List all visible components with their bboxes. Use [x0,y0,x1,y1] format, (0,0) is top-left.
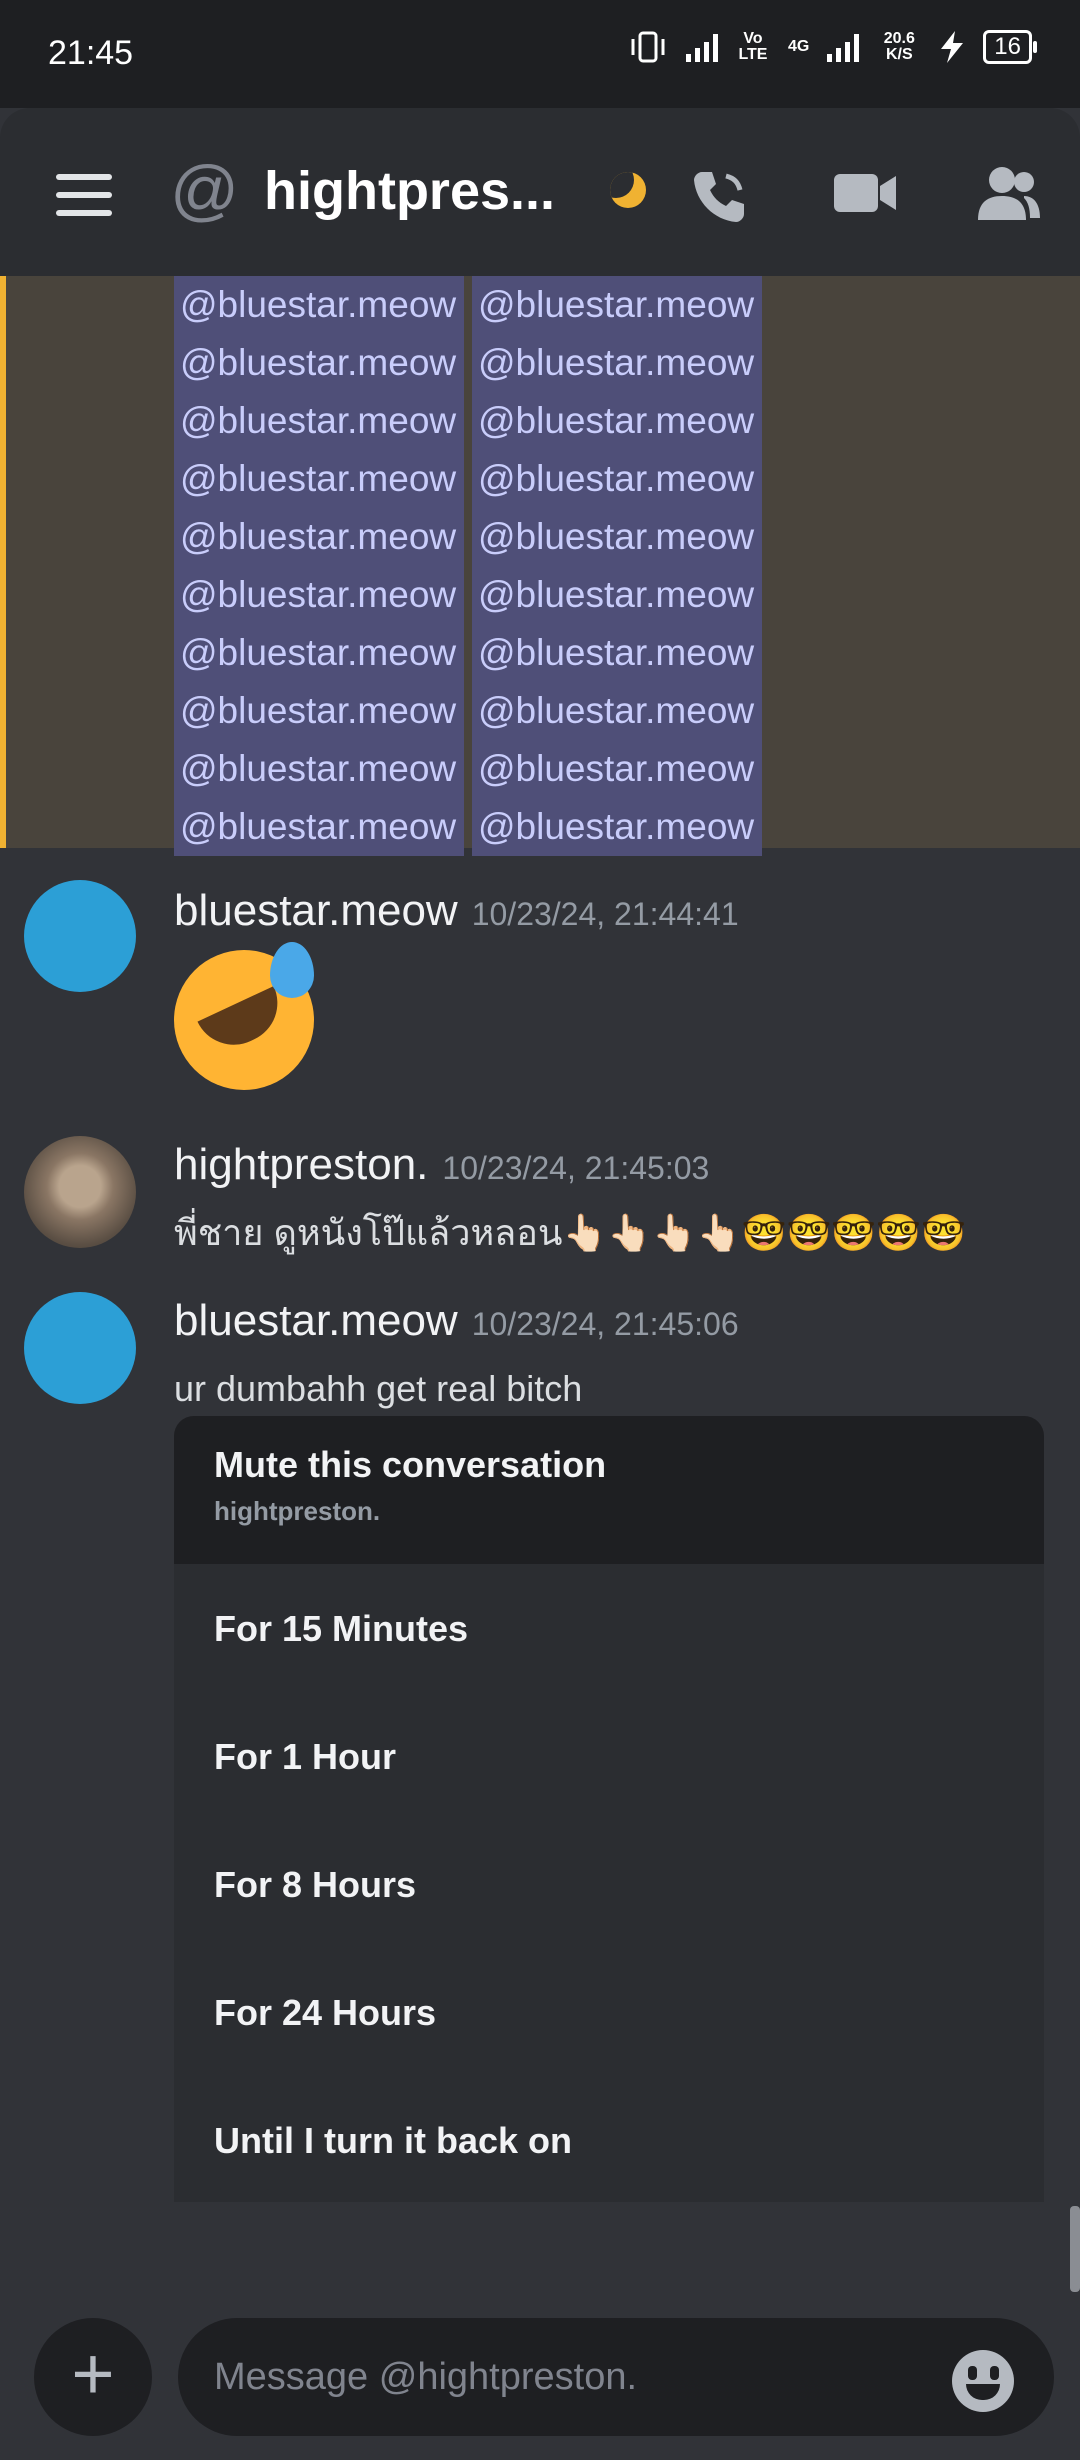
message-content: ur dumbahh get real bitch [174,1368,583,1409]
message-author[interactable]: bluestar.meow 10/23/24, 21:45:06 [174,1296,739,1346]
status-bar: 21:45 Vo LTE 4G 20.6 K/S 16 [0,0,1080,108]
author-name[interactable]: bluestar.meow [174,1296,458,1345]
mention-chip[interactable]: @bluestar.meow [174,740,464,798]
mention-chip[interactable]: @bluestar.meow [174,682,464,740]
plus-icon: + [71,2332,115,2415]
channel-title[interactable]: hightpres... [264,160,555,222]
mention-chip[interactable]: @bluestar.meow [174,798,464,856]
mention-chip[interactable]: @bluestar.meow [174,566,464,624]
mention-chip[interactable]: @bluestar.meow [472,450,762,508]
speed-label: 20.6 K/S [883,30,915,63]
mention-chip[interactable]: @bluestar.meow [472,740,762,798]
message-timestamp: 10/23/24, 21:44:41 [471,896,739,932]
mute-option-15-minutes[interactable]: For 15 Minutes [174,1564,1044,1692]
mute-conversation-menu: Mute this conversation hightpreston. For… [174,1416,1044,2202]
mention-chip[interactable]: @bluestar.meow [174,450,464,508]
mention-chip[interactable]: @bluestar.meow [472,276,762,334]
volte-label: Vo LTE [738,30,768,63]
mention-chip[interactable]: @bluestar.meow [174,508,464,566]
message[interactable]: hightpreston. 10/23/24, 21:45:03 พี่ชาย ด… [0,1134,1080,1264]
mention-chip[interactable]: @bluestar.meow [472,624,762,682]
charging-icon [941,31,964,63]
status-icons: Vo LTE 4G 20.6 K/S 16 [628,30,1037,64]
mute-option-until-turned-on[interactable]: Until I turn it back on [174,2076,1044,2202]
mention-chip[interactable]: @bluestar.meow [472,392,762,450]
message-content: พี่ชาย ดูหนังโป๊แล้วหลอน👆🏻👆🏻👆🏻👆🏻🤓🤓🤓🤓🤓 [174,1212,966,1253]
mute-menu-header: Mute this conversation hightpreston. [174,1416,1044,1564]
mention-chip[interactable]: @bluestar.meow [174,624,464,682]
video-icon[interactable] [832,164,900,220]
scrollbar-thumb[interactable] [1070,2206,1080,2292]
mention-chip[interactable]: @bluestar.meow [174,334,464,392]
mention-chip[interactable]: @bluestar.meow [472,682,762,740]
moon-icon [610,172,646,208]
mute-menu-subtitle: hightpreston. [214,1496,381,1526]
mute-option-label: For 1 Hour [214,1736,397,1777]
network-label: 4G [787,38,810,55]
mute-option-label: For 15 Minutes [214,1608,469,1649]
mute-option-label: For 24 Hours [214,1992,437,2033]
highlighted-mentions-message: @bluestar.meow @bluestar.meow @bluestar.… [0,276,1080,856]
call-icon[interactable] [688,164,752,228]
avatar[interactable] [24,880,136,992]
author-name[interactable]: bluestar.meow [174,886,458,935]
menu-icon[interactable] [56,174,112,228]
emoji-picker-icon[interactable] [952,2350,1014,2412]
signal-icon [685,32,718,62]
mute-menu-title: Mute this conversation [214,1444,607,1485]
avatar[interactable] [24,1136,136,1248]
message-composer: + [0,2300,1080,2460]
rolling-on-floor-laughing-emoji [174,942,314,1090]
attach-button[interactable]: + [34,2318,152,2436]
mention-chip[interactable]: @bluestar.meow [174,276,464,334]
mention-chip[interactable]: @bluestar.meow [472,798,762,856]
channel-header: @ hightpres... [0,108,1080,276]
mention-grid: @bluestar.meow @bluestar.meow @bluestar.… [174,276,762,856]
message[interactable]: bluestar.meow 10/23/24, 21:44:41 [0,878,1080,1098]
message-author[interactable]: hightpreston. 10/23/24, 21:45:03 [174,1140,709,1190]
avatar[interactable] [24,1292,136,1404]
signal-icon-2 [827,32,860,62]
mention-chip[interactable]: @bluestar.meow [472,508,762,566]
mention-chip[interactable]: @bluestar.meow [174,392,464,450]
message-timestamp: 10/23/24, 21:45:03 [442,1150,710,1186]
mention-chip[interactable]: @bluestar.meow [472,334,762,392]
mute-option-1-hour[interactable]: For 1 Hour [174,1692,1044,1820]
message-input[interactable] [178,2318,1054,2436]
members-icon[interactable] [976,164,1042,224]
mute-option-label: For 8 Hours [214,1864,417,1905]
message-timestamp: 10/23/24, 21:45:06 [471,1306,739,1342]
mute-option-24-hours[interactable]: For 24 Hours [174,1948,1044,2076]
mention-chip[interactable]: @bluestar.meow [472,566,762,624]
at-icon: @ [170,152,240,228]
message-author[interactable]: bluestar.meow 10/23/24, 21:44:41 [174,886,739,936]
mute-option-8-hours[interactable]: For 8 Hours [174,1820,1044,1948]
message[interactable]: bluestar.meow 10/23/24, 21:45:06 ur dumba… [0,1290,1080,1410]
status-time: 21:45 [48,34,134,72]
battery-icon: 16 [983,30,1037,64]
vibrate-icon [631,31,665,63]
mute-option-label: Until I turn it back on [214,2120,572,2161]
author-name[interactable]: hightpreston. [174,1140,428,1189]
